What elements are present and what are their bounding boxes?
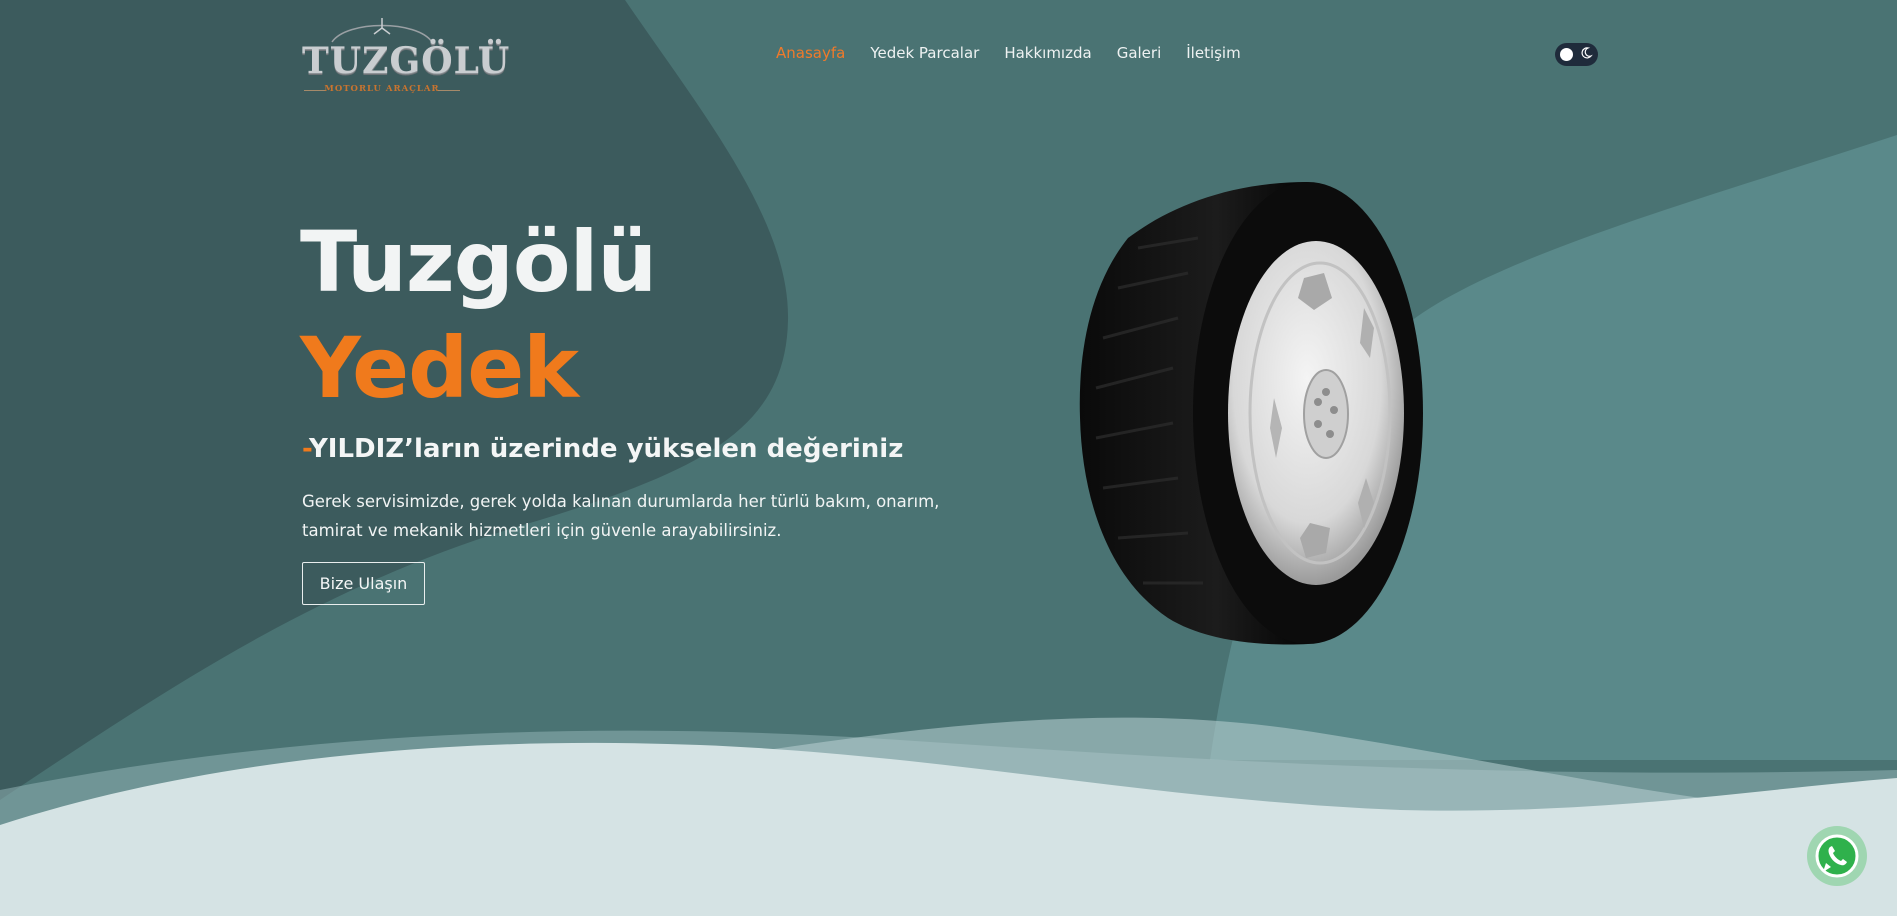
main-nav: Anasayfa Yedek Parcalar Hakkımızda Galer… <box>776 44 1241 62</box>
contact-button[interactable]: Bize Ulaşın <box>302 562 425 605</box>
sun-knob-icon <box>1560 48 1573 61</box>
moon-icon <box>1581 47 1593 59</box>
tagline-text: YILDIZ’ların üzerinde yükselen değeriniz <box>308 434 904 464</box>
nav-item-hakkimizda[interactable]: Hakkımızda <box>1004 44 1091 62</box>
hero-background <box>0 0 1897 916</box>
nav-item-galeri[interactable]: Galeri <box>1117 44 1162 62</box>
whatsapp-button[interactable] <box>1807 826 1867 886</box>
hero-description: Gerek servisimizde, gerek yolda kalınan … <box>302 492 940 540</box>
hero-tagline: -YILDIZ’ların üzerinde yükselen değerini… <box>302 434 903 464</box>
logo-subtitle: MOTORLU ARAÇLAR <box>324 84 440 94</box>
tire-image <box>1079 182 1423 645</box>
theme-toggle[interactable] <box>1555 43 1598 66</box>
nav-item-yedek-parcalar[interactable]: Yedek Parcalar <box>870 44 979 62</box>
hero-title-accent: Yedek <box>300 319 579 417</box>
logo-wordmark: TUZGÖLÜ <box>302 40 511 82</box>
nav-item-anasayfa[interactable]: Anasayfa <box>776 44 845 62</box>
tagline-dash: - <box>302 434 309 464</box>
nav-item-iletisim[interactable]: İletişim <box>1186 44 1240 62</box>
hero-title: Tuzgölü <box>300 213 657 311</box>
brand-logo[interactable]: TUZGÖLÜ MOTORLU ARAÇLAR <box>302 14 511 98</box>
logo-divider-right <box>438 90 460 91</box>
whatsapp-icon <box>1815 834 1859 878</box>
